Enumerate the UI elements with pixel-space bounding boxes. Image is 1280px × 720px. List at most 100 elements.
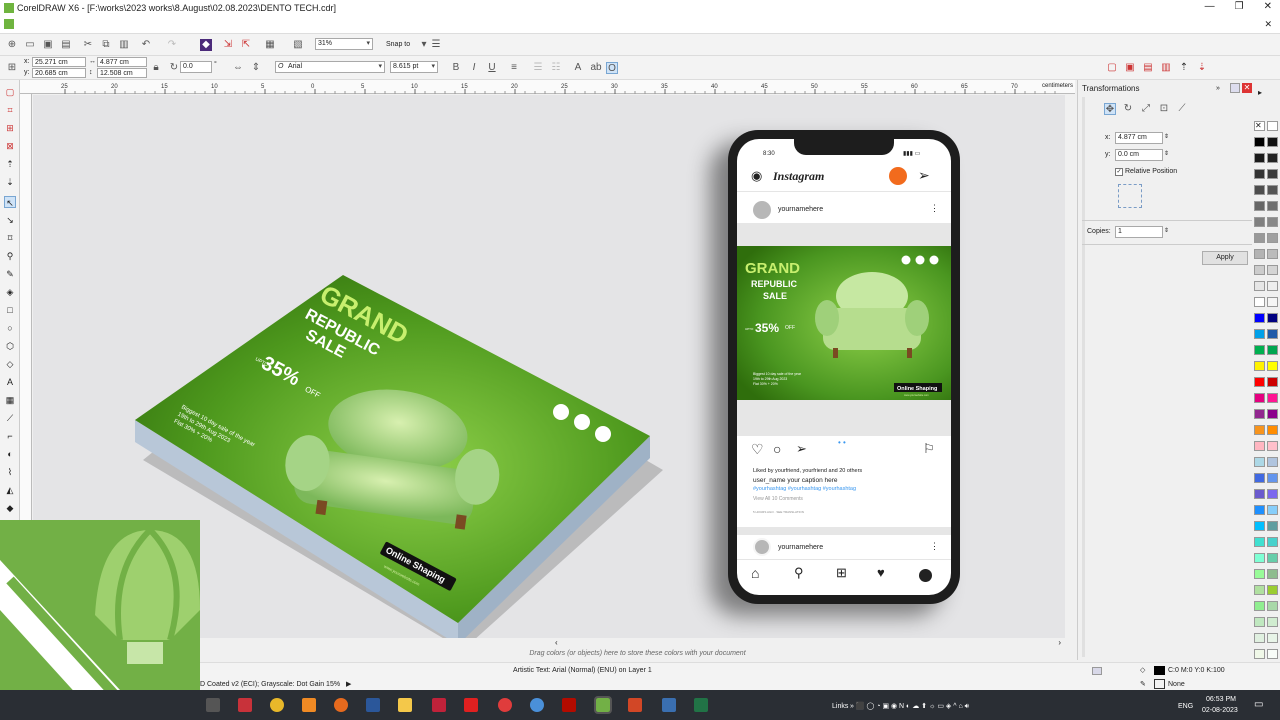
palette-swatch[interactable] <box>1267 393 1278 403</box>
clock-time[interactable]: 06:53 PM <box>1206 695 1236 705</box>
palette-swatch[interactable] <box>1254 137 1265 147</box>
minimize-button[interactable]: — <box>1205 1 1215 12</box>
powerpoint-icon[interactable] <box>628 698 642 712</box>
tool-arrow-down-icon[interactable]: ⇣ <box>4 176 16 188</box>
clock-date[interactable]: 02-08-2023 <box>1202 706 1238 716</box>
palette-swatch[interactable] <box>1254 473 1265 483</box>
palette-swatch[interactable] <box>1267 441 1278 451</box>
palette-swatch[interactable] <box>1267 249 1278 259</box>
snap-arrow-icon[interactable]: ▾ <box>418 39 430 51</box>
palette-swatch[interactable] <box>1254 265 1265 275</box>
cut-icon[interactable]: ✂ <box>82 39 94 51</box>
profile-arrow-icon[interactable]: ▶ <box>346 680 351 690</box>
palette-swatch[interactable] <box>1267 121 1278 131</box>
palette-swatch[interactable] <box>1254 633 1265 643</box>
bullet-list-icon[interactable]: ☰ <box>532 62 544 74</box>
paste-icon[interactable]: ▥ <box>118 39 130 51</box>
palette-swatch[interactable] <box>1254 553 1265 563</box>
skew-tab-icon[interactable]: ⟋ <box>1176 103 1188 115</box>
palette-swatch[interactable] <box>1267 409 1278 419</box>
palette-swatch[interactable] <box>1267 153 1278 163</box>
hashtags-text[interactable]: #yourhashtag #yourhashtag #yourhashtag <box>753 486 856 492</box>
welcome-screen-icon[interactable]: ▧ <box>292 39 304 51</box>
new-post-icon[interactable]: ⊞ <box>836 565 847 581</box>
palette-swatch[interactable] <box>1267 585 1278 595</box>
font-list-dropdown[interactable]: O Arial <box>275 61 385 73</box>
palette-swatch[interactable] <box>1267 617 1278 627</box>
scroll-right-icon[interactable]: › <box>1058 638 1061 647</box>
palette-swatch[interactable] <box>1254 361 1265 371</box>
username-bottom[interactable]: yournamehere <box>778 544 823 551</box>
palette-swatch[interactable] <box>1267 297 1278 307</box>
palette-swatch[interactable] <box>1254 345 1265 355</box>
palette-swatch[interactable] <box>1254 169 1265 179</box>
tool-icon-1[interactable]: ▢ <box>1106 62 1118 74</box>
profile-avatar-bottom[interactable] <box>753 538 771 556</box>
copy-icon[interactable]: ⧉ <box>100 39 112 51</box>
no-color-swatch[interactable]: ✕ <box>1254 121 1265 131</box>
username-top[interactable]: yournamehere <box>778 206 823 213</box>
text-tool-icon[interactable]: A <box>4 376 16 388</box>
file-explorer-icon[interactable] <box>398 698 412 712</box>
blender-icon[interactable] <box>302 698 316 712</box>
translation-link[interactable]: 5 HOURS AGO · SEE TRANSLATION <box>753 510 804 514</box>
save-icon[interactable]: ▣ <box>42 39 54 51</box>
palette-swatch[interactable] <box>1267 537 1278 547</box>
word-icon[interactable] <box>366 698 380 712</box>
coreldraw-taskbar-icon[interactable] <box>594 696 612 714</box>
document-palette-hint[interactable]: Drag colors (or objects) here to store t… <box>200 650 1075 662</box>
application-launcher-icon[interactable]: ▦ <box>264 39 276 51</box>
palette-swatch[interactable] <box>1267 281 1278 291</box>
y-position-field[interactable]: 20.685 cm <box>32 68 86 78</box>
recorder-icon[interactable] <box>432 698 446 712</box>
options-icon[interactable]: ☰ <box>430 39 442 51</box>
freehand-tool-icon[interactable]: ✎ <box>4 268 16 280</box>
app-icon-2[interactable] <box>498 698 512 712</box>
edit-text-icon[interactable]: ab <box>590 62 602 74</box>
palette-swatch[interactable] <box>1254 185 1265 195</box>
palette-swatch[interactable] <box>1267 345 1278 355</box>
pick-tool-icon[interactable]: ↖ <box>4 196 16 208</box>
vertical-scrollbar[interactable] <box>1065 95 1075 640</box>
size-tab-icon[interactable]: ⊡ <box>1158 103 1170 115</box>
tool-frame-icon[interactable]: ⊠ <box>4 140 16 152</box>
like-icon[interactable]: ♡ <box>751 441 764 458</box>
blend-tool-icon[interactable]: ◐ <box>4 448 16 460</box>
pdf-icon[interactable] <box>562 698 576 712</box>
bookmark-icon[interactable]: ⚐ <box>923 441 935 457</box>
palette-swatch[interactable] <box>1254 505 1265 515</box>
mirror-vertical-icon[interactable]: ⇕ <box>250 62 262 74</box>
doc-color-icon[interactable] <box>1092 667 1102 675</box>
palette-swatch[interactable] <box>1254 297 1265 307</box>
chrome-2-icon[interactable] <box>530 698 544 712</box>
outline-pen-icon[interactable]: ◭ <box>4 484 16 496</box>
tool-rect-icon[interactable]: ▢ <box>4 86 16 98</box>
calculator-icon[interactable] <box>662 698 676 712</box>
width-field[interactable]: 4.877 cm <box>97 57 147 67</box>
palette-swatch[interactable] <box>1267 233 1278 243</box>
palette-swatch[interactable] <box>1254 393 1265 403</box>
fill-tool-icon[interactable]: ◆ <box>4 502 16 514</box>
palette-swatch[interactable] <box>1267 489 1278 499</box>
font-size-dropdown[interactable]: 8.615 pt <box>390 61 438 73</box>
post-image[interactable]: GRAND REPUBLIC SALE UPTO 35% OFF Biggest… <box>737 246 951 400</box>
excel-icon[interactable] <box>694 698 708 712</box>
search-icon[interactable]: ⚲ <box>794 565 804 581</box>
lock-ratio-icon[interactable]: 🔒︎ <box>150 62 162 74</box>
tool-crop-icon[interactable]: ⌗ <box>4 104 16 116</box>
ellipse-tool-icon[interactable]: ○ <box>4 322 16 334</box>
palette-swatch[interactable] <box>1254 281 1265 291</box>
mirror-horizontal-icon[interactable]: ⇔ <box>232 62 244 74</box>
copies-field[interactable]: 1 <box>1115 226 1163 238</box>
igtv-icon[interactable] <box>889 167 907 185</box>
post-menu-icon[interactable]: ⋮ <box>930 203 939 214</box>
zoom-level-dropdown[interactable]: 31% <box>315 38 373 50</box>
post-menu-icon-bottom[interactable]: ⋮ <box>930 541 939 552</box>
scale-tab-icon[interactable]: ⤢ <box>1140 103 1152 115</box>
acrobat-icon[interactable] <box>464 698 478 712</box>
firefox-icon[interactable] <box>334 698 348 712</box>
tray-icons[interactable]: » ⬛ ◯ ◔ ▣ ◉ N ◐ ☁ ⬆ ☼ ▭ ◈ ^ ⌂ 🔊︎ <box>850 702 969 712</box>
notifications-icon[interactable]: ▭ <box>1254 700 1263 710</box>
y-spinner-icon[interactable]: ⇕ <box>1164 149 1169 159</box>
fill-swatch[interactable] <box>1154 666 1165 675</box>
